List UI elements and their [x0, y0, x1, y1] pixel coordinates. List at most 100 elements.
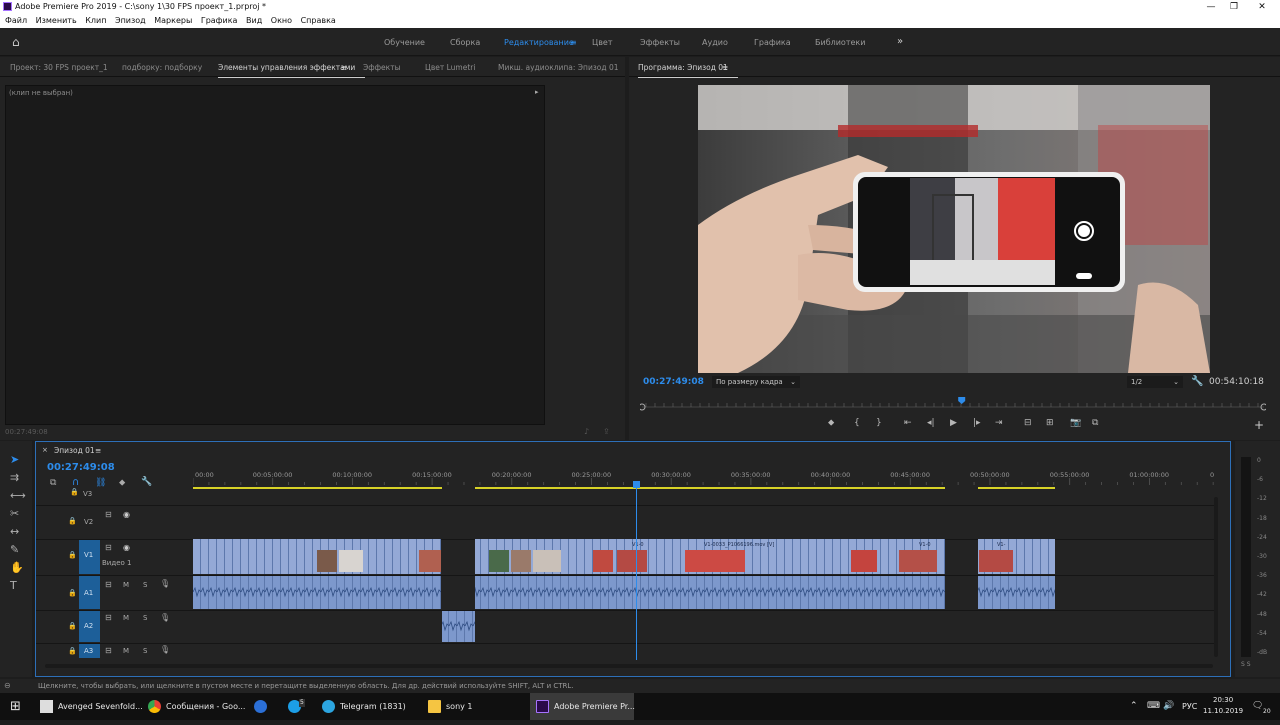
step-back-icon[interactable]: ◂| [927, 418, 935, 428]
network-icon[interactable]: ⌨ [1147, 693, 1160, 720]
workspace-effects[interactable]: Эффекты [640, 38, 680, 47]
microphone-icon[interactable]: 🎙 [160, 645, 170, 654]
resolution-select[interactable]: 1/2 ⌄ [1127, 376, 1183, 388]
clock-date[interactable]: 11.10.2019 [1203, 698, 1243, 725]
taskbar-item-premiere[interactable]: Adobe Premiere Pr... [530, 693, 635, 720]
timeline-vertical-scrollbar[interactable] [1214, 497, 1218, 657]
track-select-tool-icon[interactable]: ⇉ [10, 471, 19, 484]
language-indicator[interactable]: РУС [1182, 693, 1197, 720]
taskbar-item-avenged[interactable]: Avenged Sevenfold... [36, 693, 143, 720]
lock-icon[interactable]: 🔒 [68, 517, 77, 525]
workspace-menu-icon[interactable]: ≡ [570, 38, 577, 47]
timeline-settings-icon[interactable]: 🔧 [141, 477, 152, 487]
mark-out-icon[interactable]: } [876, 418, 882, 428]
add-marker-icon[interactable]: ⬥ [828, 418, 834, 428]
volume-icon[interactable]: 🔊 [1163, 693, 1174, 720]
lock-icon[interactable]: 🔒 [68, 647, 77, 655]
pen-tool-icon[interactable]: ✎ [10, 543, 19, 556]
microphone-icon[interactable]: 🎙 [160, 579, 170, 588]
menu-sequence[interactable]: Эпизод [115, 14, 146, 28]
tab-program[interactable]: Программа: Эпизод 01 [638, 63, 738, 78]
sequence-menu-icon[interactable]: ≡ [95, 446, 101, 455]
minimize-button[interactable]: — [1205, 1, 1217, 13]
timeline-horizontal-scrollbar[interactable] [45, 664, 1213, 668]
razor-tool-icon[interactable]: ✂ [10, 507, 19, 520]
taskbar-item-folder[interactable]: sony 1 [424, 693, 524, 720]
microphone-icon[interactable]: 🎙 [160, 613, 170, 622]
eye-icon[interactable]: ◉ [123, 510, 130, 519]
close-button[interactable]: ✕ [1256, 1, 1268, 13]
sync-lock-icon[interactable]: ⊟ [105, 613, 112, 622]
expand-arrow-icon[interactable]: ▸ [535, 88, 539, 96]
timeline-ruler[interactable]: 00:00 00:05:00:00 00:10:00:00 00:15:00:00 00… [193, 466, 1221, 490]
solo-button[interactable]: S [143, 614, 147, 622]
windows-start-icon[interactable]: ⊞ [10, 693, 21, 720]
zoom-level-select[interactable]: По размеру кадра ⌄ [712, 376, 800, 388]
timeline-timecode[interactable]: 00:27:49:08 [47, 462, 115, 473]
menu-help[interactable]: Справка [301, 14, 336, 28]
export-frame-icon[interactable]: 📷 [1070, 418, 1081, 428]
selection-tool-icon[interactable]: ➤ [10, 453, 19, 466]
menu-markers[interactable]: Маркеры [154, 14, 192, 28]
extract-icon[interactable]: ⊞ [1046, 418, 1054, 428]
solo-button[interactable]: S [143, 581, 147, 589]
play-icon[interactable]: ▶ [950, 418, 957, 428]
comparison-view-icon[interactable]: ⧉ [1092, 418, 1098, 428]
workspace-audio[interactable]: Аудио [702, 38, 728, 47]
timeline-playhead-line[interactable] [636, 488, 637, 660]
mute-button[interactable]: M [123, 614, 129, 622]
sync-lock-icon[interactable]: ⊟ [105, 580, 112, 589]
add-button-icon[interactable]: + [1254, 418, 1264, 432]
tab-audio-clip-mixer[interactable]: Микш. аудиоклипа: Эпизод 01 [498, 63, 619, 72]
workspace-editing[interactable]: Редактирование [504, 38, 574, 47]
mute-button[interactable]: M [123, 581, 129, 589]
menu-window[interactable]: Окно [271, 14, 292, 28]
program-playhead[interactable] [958, 397, 966, 404]
home-icon[interactable]: ⌂ [12, 36, 24, 48]
taskbar-item-edge[interactable] [254, 693, 276, 720]
lock-icon[interactable]: 🔒 [68, 551, 77, 559]
tab-project[interactable]: Проект: 30 FPS проект_1 [10, 63, 108, 72]
eye-icon[interactable]: ◉ [123, 543, 130, 552]
export-icon[interactable]: ⇪ [603, 427, 610, 436]
slip-tool-icon[interactable]: ↔ [10, 525, 19, 538]
more-workspaces-icon[interactable]: » [897, 36, 903, 47]
timeline-clips[interactable]: V1-0 V1-0033_P1066196.mov [V] V1-0 V1- [193, 538, 1063, 644]
nest-icon[interactable]: ⧉ [50, 478, 56, 488]
workspace-graphics[interactable]: Графика [754, 38, 791, 47]
go-to-in-icon[interactable]: ⇤ [904, 418, 912, 428]
program-menu-icon[interactable]: ≡ [722, 63, 728, 72]
lock-icon[interactable]: 🔒 [70, 488, 79, 496]
workspace-libraries[interactable]: Библиотеки [815, 38, 865, 47]
menu-clip[interactable]: Клип [85, 14, 106, 28]
lock-icon[interactable]: 🔒 [68, 589, 77, 597]
notification-icon[interactable]: 🗨 [1252, 693, 1263, 720]
taskbar-item-skype[interactable]: 5 [288, 693, 312, 720]
tab-menu-icon[interactable]: ≡ [341, 63, 347, 72]
tab-sequence[interactable]: Эпизод 01 [54, 446, 95, 455]
tab-bin[interactable]: подборку: подборку [122, 63, 202, 72]
menu-file[interactable]: Файл [5, 14, 27, 28]
menu-view[interactable]: Вид [246, 14, 262, 28]
step-forward-icon[interactable]: |▸ [973, 418, 981, 428]
mark-in-icon[interactable]: { [854, 418, 860, 428]
tab-effects[interactable]: Эффекты [363, 63, 401, 72]
workspace-assembly[interactable]: Сборка [450, 38, 480, 47]
sync-lock-icon[interactable]: ⊟ [105, 646, 112, 655]
snap-icon[interactable]: ∩ [72, 477, 79, 488]
hand-tool-icon[interactable]: ✋ [10, 561, 24, 574]
workspace-color[interactable]: Цвет [592, 38, 613, 47]
marker-icon[interactable]: ⬥ [119, 478, 125, 488]
taskbar-item-telegram[interactable]: Telegram (1831) [318, 693, 418, 720]
program-timecode[interactable]: 00:27:49:08 [643, 377, 704, 387]
menu-edit[interactable]: Изменить [36, 14, 77, 28]
menu-graphics[interactable]: Графика [201, 14, 238, 28]
sync-lock-icon[interactable]: ⊟ [105, 543, 112, 552]
close-tab-icon[interactable]: × [42, 446, 48, 454]
taskbar-item-chrome[interactable]: Сообщения - Goo... [144, 693, 245, 720]
mute-button[interactable]: M [123, 647, 129, 655]
ripple-edit-tool-icon[interactable]: ⟷ [10, 489, 26, 502]
sync-lock-icon[interactable]: ⊟ [105, 510, 112, 519]
maximize-button[interactable]: ❐ [1228, 1, 1240, 13]
type-tool-icon[interactable]: T [10, 579, 17, 592]
